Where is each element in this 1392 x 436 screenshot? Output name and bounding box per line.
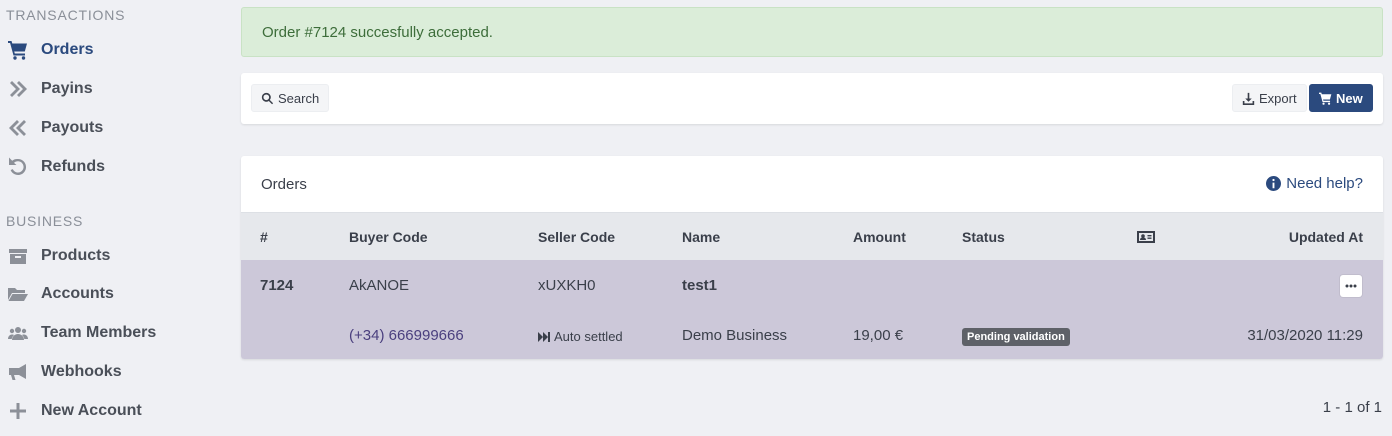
sidebar-item-products[interactable]: Products <box>6 243 110 269</box>
settlement-label: Auto settled <box>554 329 623 344</box>
status-badge: Pending validation <box>962 328 1070 346</box>
sidebar-item-webhooks[interactable]: Webhooks <box>6 359 122 385</box>
fast-forward-icon <box>538 331 550 342</box>
export-button[interactable]: Export <box>1232 84 1307 112</box>
buyer-code: AkANOE <box>349 277 410 294</box>
sidebar-item-label: New Account <box>41 402 142 419</box>
download-icon <box>1242 92 1255 105</box>
section-title-transactions: TRANSACTIONS <box>6 7 126 23</box>
new-button-label: New <box>1336 90 1363 106</box>
undo-icon <box>6 156 30 178</box>
sidebar-item-label: Webhooks <box>41 363 122 380</box>
sidebar-item-payouts[interactable]: Payouts <box>6 115 103 141</box>
column-header-buyer-code: Buyer Code <box>349 229 428 245</box>
buyer-phone-link[interactable]: (+34) 666999666 <box>349 327 464 344</box>
card-header: Orders Need help? <box>241 156 1383 213</box>
column-header-name: Name <box>682 229 721 245</box>
info-icon <box>1266 176 1282 191</box>
row-actions-button[interactable] <box>1340 275 1362 297</box>
updated-at: 31/03/2020 11:29 <box>1247 327 1363 344</box>
sidebar-item-label: Payouts <box>41 119 104 136</box>
toolbar: Search Export New <box>241 73 1383 124</box>
search-button-label: Search <box>278 90 320 106</box>
new-order-button[interactable]: New <box>1309 84 1373 112</box>
export-button-label: Export <box>1259 90 1297 106</box>
double-chevron-left-icon <box>6 117 30 139</box>
sidebar-item-label: Accounts <box>41 285 114 302</box>
sidebar-item-label: Orders <box>41 41 94 58</box>
box-icon <box>6 245 30 267</box>
cart-icon <box>6 39 30 61</box>
folder-open-icon <box>6 283 30 305</box>
orders-card: Orders Need help? # Buyer Code Seller Co… <box>241 156 1383 359</box>
cart-icon <box>1319 92 1332 105</box>
sidebar-item-label: Refunds <box>41 158 105 175</box>
ellipsis-icon <box>1345 284 1357 288</box>
column-header-id: # <box>260 229 268 245</box>
sidebar-item-team-members[interactable]: Team Members <box>6 320 156 346</box>
section-title-business: BUSINESS <box>6 213 84 229</box>
plus-icon <box>6 400 30 422</box>
search-button[interactable]: Search <box>251 84 330 112</box>
search-icon <box>261 92 274 104</box>
order-amount: 19,00 € <box>853 327 904 344</box>
megaphone-icon <box>6 361 30 383</box>
alert-message: Order #7124 succesfully accepted. <box>262 23 493 41</box>
pagination-info: 1 - 1 of 1 <box>1322 399 1382 416</box>
id-card-icon <box>1137 230 1155 247</box>
sidebar-item-accounts[interactable]: Accounts <box>6 281 114 307</box>
success-alert: Order #7124 succesfully accepted. <box>241 7 1383 57</box>
sidebar-item-orders[interactable]: Orders <box>6 37 93 63</box>
card-title: Orders <box>261 176 307 193</box>
table-header: # Buyer Code Seller Code Name Amount Sta… <box>241 213 1383 260</box>
business-name: Demo Business <box>682 327 788 344</box>
need-help-label: Need help? <box>1286 175 1363 192</box>
column-header-amount: Amount <box>853 229 906 245</box>
users-icon <box>6 322 30 344</box>
sidebar-item-label: Products <box>41 247 111 264</box>
column-header-seller-code: Seller Code <box>538 229 616 245</box>
order-id: 7124 <box>260 277 294 294</box>
column-header-updated-at: Updated At <box>1288 229 1363 245</box>
sidebar: TRANSACTIONS Orders Payins Payouts Refun… <box>0 0 225 436</box>
seller-code: xUXKH0 <box>538 277 596 294</box>
table-row[interactable]: 7124 AkANOE (+34) 666999666 xUXKH0 Auto … <box>241 260 1383 359</box>
double-chevron-right-icon <box>6 78 30 100</box>
column-header-status: Status <box>962 229 1005 245</box>
sidebar-item-new-account[interactable]: New Account <box>6 398 142 424</box>
settlement-info: Auto settled <box>538 329 623 344</box>
sidebar-item-refunds[interactable]: Refunds <box>6 154 105 180</box>
order-name: test1 <box>682 277 718 294</box>
sidebar-item-label: Payins <box>41 80 93 97</box>
sidebar-item-payins[interactable]: Payins <box>6 76 93 102</box>
need-help-link[interactable]: Need help? <box>1266 175 1363 192</box>
sidebar-item-label: Team Members <box>41 324 157 341</box>
